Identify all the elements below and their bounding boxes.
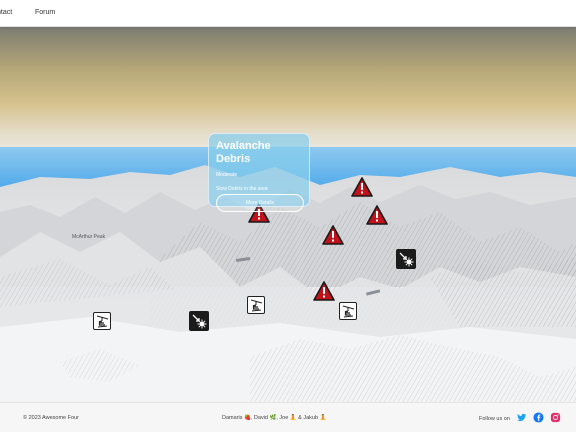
ski-lift-marker-1[interactable] <box>247 296 265 314</box>
hazard-info-popup: Avalanche Debris Moderate Slow Debris in… <box>208 133 310 212</box>
top-navigation: ntact Forum <box>0 0 576 27</box>
hazard-marker-4[interactable] <box>322 225 344 245</box>
footer: © 2023 Awesome Four Damaris 🍓, David 🌿, … <box>0 402 576 432</box>
facebook-icon[interactable] <box>533 412 544 423</box>
hazard-marker-5[interactable] <box>313 281 335 301</box>
hazard-marker-1[interactable] <box>351 177 373 197</box>
popup-severity: Moderate <box>216 172 238 178</box>
nav-link-contact[interactable]: ntact <box>0 9 12 16</box>
terrain-map[interactable]: McArthur Peak Avalanche Debris Moderate … <box>0 27 576 402</box>
footer-copyright: © 2023 Awesome Four <box>23 415 79 421</box>
hazard-marker-3[interactable] <box>366 205 388 225</box>
warning-icon <box>351 177 373 197</box>
avalanche-icon <box>192 314 207 329</box>
avalanche-marker-2[interactable] <box>189 311 209 331</box>
ski-lift-icon <box>250 299 262 311</box>
more-details-button[interactable]: More Details <box>216 194 304 212</box>
ski-lift-icon <box>342 305 354 317</box>
nav-link-forum[interactable]: Forum <box>35 9 55 16</box>
warning-icon <box>313 281 335 301</box>
ski-lift-marker-3[interactable] <box>339 302 357 320</box>
instagram-icon[interactable] <box>550 412 561 423</box>
popup-title: Avalanche Debris <box>216 140 271 165</box>
avalanche-marker-1[interactable] <box>396 249 416 269</box>
ski-lift-icon <box>96 315 108 327</box>
footer-follow-label: Follow us on <box>479 416 510 422</box>
avalanche-icon <box>399 252 414 267</box>
twitter-icon[interactable] <box>516 412 527 423</box>
place-label-mcarthur-peak: McArthur Peak <box>72 234 106 240</box>
popup-description: Slow Debris in the area <box>216 186 268 192</box>
ski-lift-marker-2[interactable] <box>93 312 111 330</box>
terrain-scene <box>0 27 576 402</box>
warning-icon <box>366 205 388 225</box>
footer-credits: Damaris 🍓, David 🌿, Joe 🧘 & Jakub 🧘 <box>222 415 327 421</box>
warning-icon <box>322 225 344 245</box>
